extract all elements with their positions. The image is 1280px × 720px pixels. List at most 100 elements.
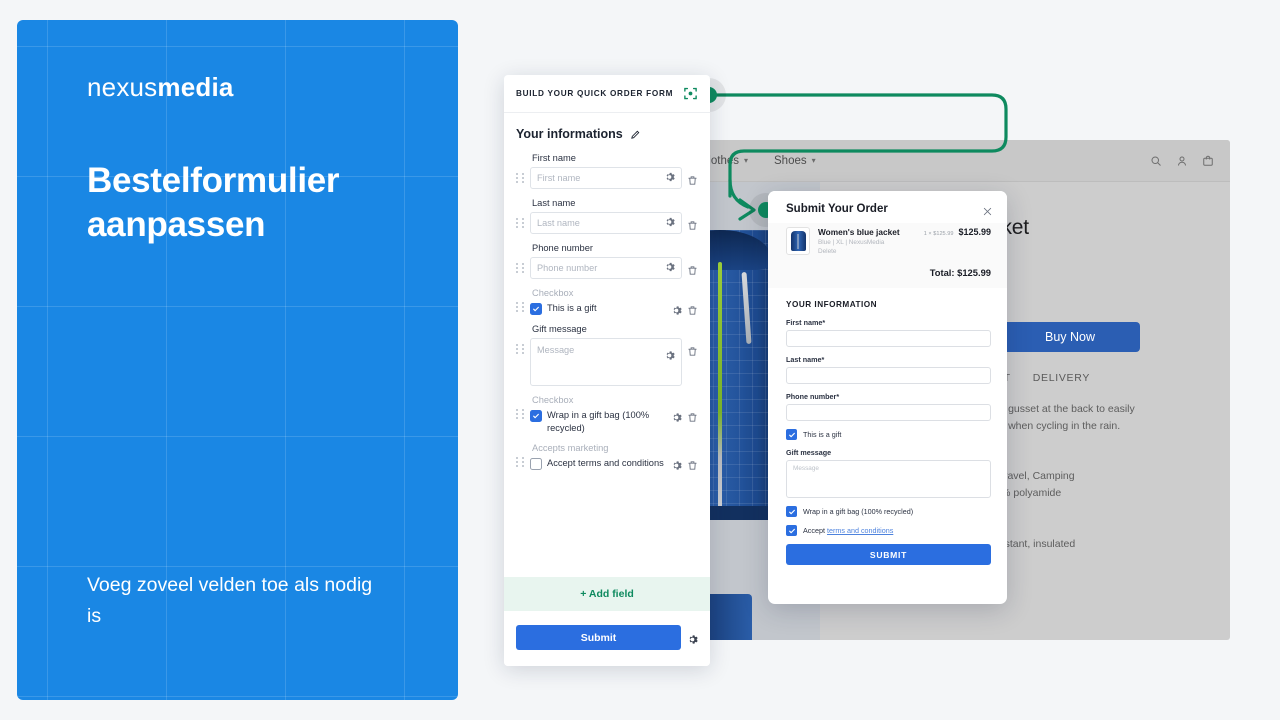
builder-field-gift-checkbox: Checkbox This is a gift [516, 288, 698, 315]
field-label: Last name [532, 198, 698, 208]
drag-handle-icon[interactable] [516, 409, 525, 419]
gift-checkbox[interactable] [530, 303, 542, 315]
modal-field-first-name: First name* [786, 318, 991, 347]
modal-submit-button[interactable]: SUBMIT [786, 544, 991, 565]
delete-field-icon[interactable] [687, 303, 698, 314]
search-icon[interactable] [1150, 155, 1162, 167]
builder-field-wrap-checkbox: Checkbox Wrap in a gift bag (100% recycl… [516, 395, 698, 434]
input-placeholder: First name [537, 173, 580, 183]
drag-handle-icon[interactable] [516, 302, 525, 312]
shop-nav-label: Shoes [774, 155, 807, 167]
field-label: Phone number [532, 243, 698, 253]
checkbox-label: Wrap in a gift bag (100% recycled) [547, 409, 666, 434]
delete-field-icon[interactable] [687, 173, 698, 184]
delete-field-icon[interactable] [687, 344, 698, 355]
modal-form: YOUR INFORMATION First name* Last name* … [768, 288, 1007, 577]
gift-message-textarea[interactable]: Message [786, 460, 991, 498]
chevron-down-icon: ▾ [744, 156, 748, 165]
add-field-button[interactable]: + Add field [504, 577, 710, 611]
modal-field-phone-number: Phone number* [786, 392, 991, 421]
field-label: Gift message [532, 324, 698, 334]
pencil-icon[interactable] [630, 129, 641, 140]
chevron-down-icon: ▾ [812, 156, 816, 165]
checkbox-label: This is a gift [803, 430, 841, 439]
buy-now-button[interactable]: Buy Now [1000, 322, 1140, 352]
cart-product-name: Women's blue jacket [818, 227, 916, 237]
builder-footer: Submit [504, 611, 710, 666]
modal-field-last-name: Last name* [786, 355, 991, 384]
cart-variant: Blue | XL | NexusMedia [818, 239, 916, 246]
cart-delete-link[interactable]: Delete [818, 248, 916, 255]
checkbox-label: Wrap in a gift bag (100% recycled) [803, 507, 913, 516]
shop-nav-icons [1150, 155, 1214, 167]
builder-header: BUILD YOUR QUICK ORDER FORM [504, 75, 710, 113]
input-placeholder: Phone number [537, 263, 597, 273]
close-icon[interactable] [982, 204, 993, 215]
gift-message-textarea[interactable]: Message [530, 338, 682, 386]
form-builder-panel: BUILD YOUR QUICK ORDER FORM Your informa… [504, 75, 710, 666]
tab-delivery[interactable]: DELIVERY [1033, 372, 1090, 389]
delete-field-icon[interactable] [687, 218, 698, 229]
gift-checkbox[interactable] [786, 429, 797, 440]
cart-total: Total: $125.99 [786, 267, 991, 278]
logo-light: nexus [87, 72, 157, 102]
accept-prefix: Accept [803, 526, 825, 535]
builder-field-last-name: Last name Last name [516, 198, 698, 234]
your-information-heading: YOUR INFORMATION [786, 300, 991, 309]
gear-icon[interactable] [664, 217, 675, 230]
modal-title: Submit Your Order [786, 203, 888, 215]
gear-icon[interactable] [664, 172, 675, 185]
accept-terms-checkbox[interactable] [786, 525, 797, 536]
drag-handle-icon[interactable] [516, 457, 525, 467]
gear-icon[interactable] [671, 410, 682, 421]
input-placeholder: Last name [537, 218, 580, 228]
gear-icon[interactable] [664, 262, 675, 275]
field-label: Phone number* [786, 392, 991, 401]
shop-nav-item-shoes[interactable]: Shoes ▾ [774, 155, 816, 167]
hero-subtitle: Voeg zoveel velden toe als nodig is [87, 570, 387, 632]
builder-title: BUILD YOUR QUICK ORDER FORM [516, 89, 673, 98]
field-label: Accepts marketing [532, 443, 698, 453]
last-name-input[interactable]: Last name [530, 212, 682, 234]
phone-number-input[interactable]: Phone number [530, 257, 682, 279]
logo-bold: media [157, 72, 233, 102]
submit-button[interactable]: Submit [516, 625, 681, 650]
account-icon[interactable] [1176, 155, 1188, 167]
modal-header: Submit Your Order [768, 191, 1007, 223]
drag-handle-icon[interactable] [516, 218, 525, 228]
delete-field-icon[interactable] [687, 263, 698, 274]
builder-section-title: Your informations [516, 127, 698, 141]
phone-number-input[interactable] [786, 404, 991, 421]
checkbox-label: This is a gift [547, 302, 666, 315]
gear-icon[interactable] [671, 458, 682, 469]
checkbox-label: Accept terms and conditions [803, 526, 893, 535]
gear-icon[interactable] [664, 350, 675, 363]
terms-link[interactable]: terms and conditions [827, 526, 893, 535]
cart-summary: Women's blue jacket Blue | XL | NexusMed… [768, 223, 1007, 288]
cart-unit-price: 1 × $125.99 [924, 231, 954, 237]
first-name-input[interactable] [786, 330, 991, 347]
last-name-input[interactable] [786, 367, 991, 384]
first-name-input[interactable]: First name [530, 167, 682, 189]
modal-wrap-checkbox-row: Wrap in a gift bag (100% recycled) [786, 506, 991, 517]
drag-handle-icon[interactable] [516, 263, 525, 273]
builder-field-accepts-marketing: Accepts marketing Accept terms and condi… [516, 443, 698, 470]
field-label: Checkbox [532, 288, 698, 298]
wrap-gift-checkbox[interactable] [530, 410, 542, 422]
accept-terms-checkbox[interactable] [530, 458, 542, 470]
field-label: Gift message [786, 448, 991, 457]
delete-field-icon[interactable] [687, 458, 698, 469]
section-title-label: Your informations [516, 127, 623, 141]
drag-handle-icon[interactable] [516, 344, 525, 354]
gear-icon[interactable] [687, 632, 698, 643]
cart-line-item: Women's blue jacket Blue | XL | NexusMed… [786, 227, 991, 255]
gear-icon[interactable] [671, 303, 682, 314]
target-icon[interactable] [683, 86, 698, 101]
modal-field-gift-message: Gift message Message [786, 448, 991, 498]
drag-handle-icon[interactable] [516, 173, 525, 183]
delete-field-icon[interactable] [687, 410, 698, 421]
wrap-gift-checkbox[interactable] [786, 506, 797, 517]
bag-icon[interactable] [1202, 155, 1214, 167]
hero-title: Bestelformulier aanpassen [87, 159, 417, 247]
cart-line-amount: $125.99 [958, 227, 991, 237]
